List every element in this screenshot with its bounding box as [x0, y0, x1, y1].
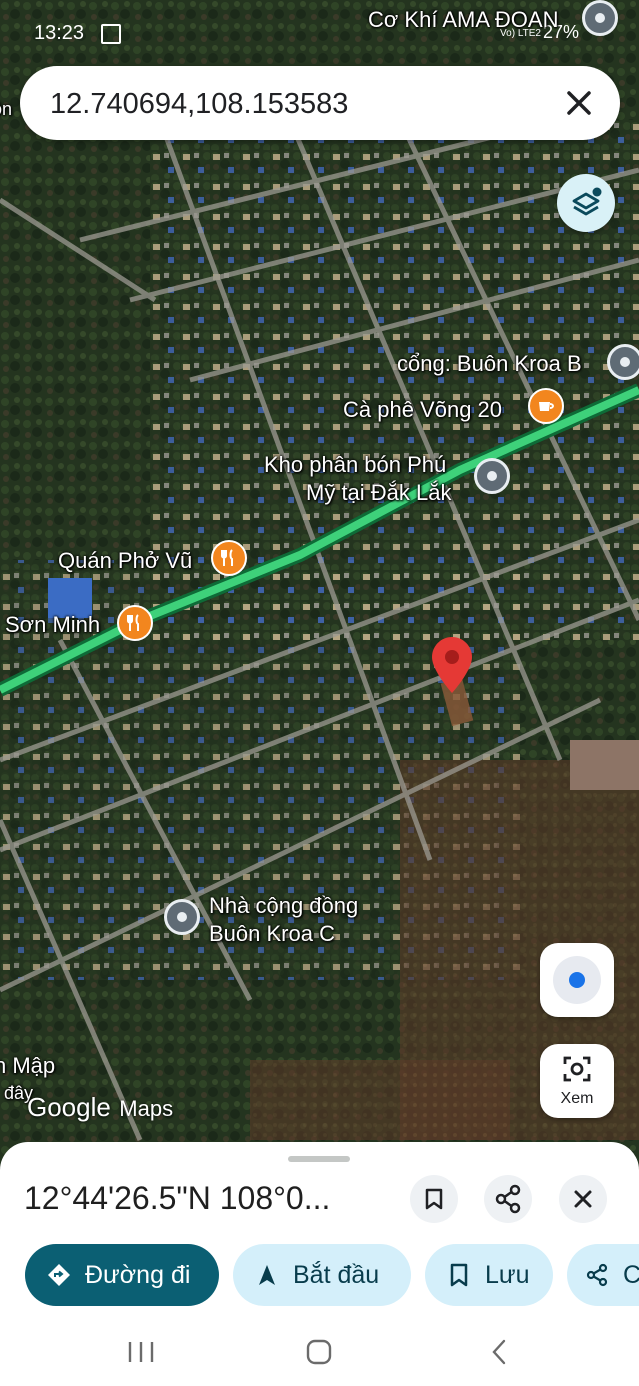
- back-icon[interactable]: [488, 1338, 510, 1366]
- search-input[interactable]: [48, 82, 552, 126]
- directions-label: Đường đi: [85, 1260, 191, 1289]
- close-sheet-button[interactable]: [559, 1175, 607, 1223]
- google-maps-attribution: Google Maps: [27, 1092, 173, 1123]
- start-label: Bắt đầu: [293, 1260, 380, 1289]
- directions-icon: [48, 1264, 70, 1286]
- map-label-kho-phan-bon-1[interactable]: Kho phân bón Phú: [264, 451, 446, 478]
- poi-warehouse-icon[interactable]: [474, 458, 510, 494]
- poi-co-khi-icon[interactable]: [582, 0, 618, 36]
- bookmark-icon: [450, 1263, 468, 1287]
- status-time: 13:23: [34, 22, 85, 44]
- place-title: 12°44'26.5"N 108°0...: [24, 1180, 331, 1216]
- lens-button[interactable]: Xem: [540, 1044, 614, 1118]
- map-label-map-1[interactable]: n Mập: [0, 1052, 55, 1079]
- map-label-quan-pho[interactable]: Quán Phở Vũ: [58, 547, 192, 574]
- save-icon-button[interactable]: [410, 1175, 458, 1223]
- start-button[interactable]: Bắt đầu: [233, 1244, 411, 1306]
- layers-icon: [572, 187, 602, 216]
- close-icon: [574, 1190, 592, 1208]
- map-label-son-minh[interactable]: Sơn Minh: [5, 611, 100, 638]
- share-button[interactable]: C: [567, 1244, 639, 1306]
- lens-label: Xem: [560, 1090, 594, 1107]
- my-location-icon: [553, 956, 601, 1004]
- checkbox-notification-icon: [101, 24, 121, 44]
- share-icon: [586, 1263, 608, 1287]
- restaurant-icon[interactable]: [211, 540, 247, 576]
- recent-apps-icon[interactable]: [126, 1338, 156, 1366]
- map-label-nha-cong-dong-2[interactable]: Buôn Kroa C: [209, 920, 335, 947]
- save-button[interactable]: Lưu: [425, 1244, 553, 1306]
- search-bar[interactable]: [20, 66, 620, 140]
- share-icon: [495, 1184, 521, 1214]
- map-label-cong-buon-kroa-b[interactable]: cổng: Buôn Kroa B: [397, 350, 582, 377]
- share-label: C: [623, 1260, 639, 1289]
- cafe-icon[interactable]: [528, 388, 564, 424]
- close-icon[interactable]: [560, 84, 598, 122]
- system-nav-bar: [0, 1318, 639, 1386]
- navigation-arrow-icon: [259, 1265, 275, 1285]
- share-icon-button[interactable]: [484, 1175, 532, 1223]
- camera-lens-icon: [563, 1056, 591, 1082]
- drag-handle[interactable]: [288, 1156, 350, 1162]
- map-label-ca-phe[interactable]: Cà phê Võng 20: [343, 396, 502, 423]
- poi-community-house-icon[interactable]: [164, 899, 200, 935]
- restaurant-icon-2[interactable]: [117, 605, 153, 641]
- map-label-co-khi[interactable]: Cơ Khí AMA ĐOAN: [368, 6, 558, 33]
- poi-gate-icon[interactable]: [607, 344, 639, 380]
- map-label-nha-cong-dong-1[interactable]: Nhà cộng đồng: [209, 892, 358, 919]
- maps-logo: Maps: [119, 1096, 174, 1121]
- map-label-kho-phan-bon-2[interactable]: Mỹ tại Đắk Lắk: [306, 479, 452, 506]
- save-label: Lưu: [485, 1260, 530, 1289]
- home-icon[interactable]: [305, 1338, 333, 1366]
- my-location-button[interactable]: [540, 943, 614, 1017]
- bookmark-icon: [425, 1188, 443, 1210]
- google-logo: Google: [27, 1092, 111, 1122]
- directions-button[interactable]: Đường đi: [25, 1244, 219, 1306]
- map-label-left-edge: ôn: [0, 99, 13, 119]
- layers-button[interactable]: [557, 174, 615, 232]
